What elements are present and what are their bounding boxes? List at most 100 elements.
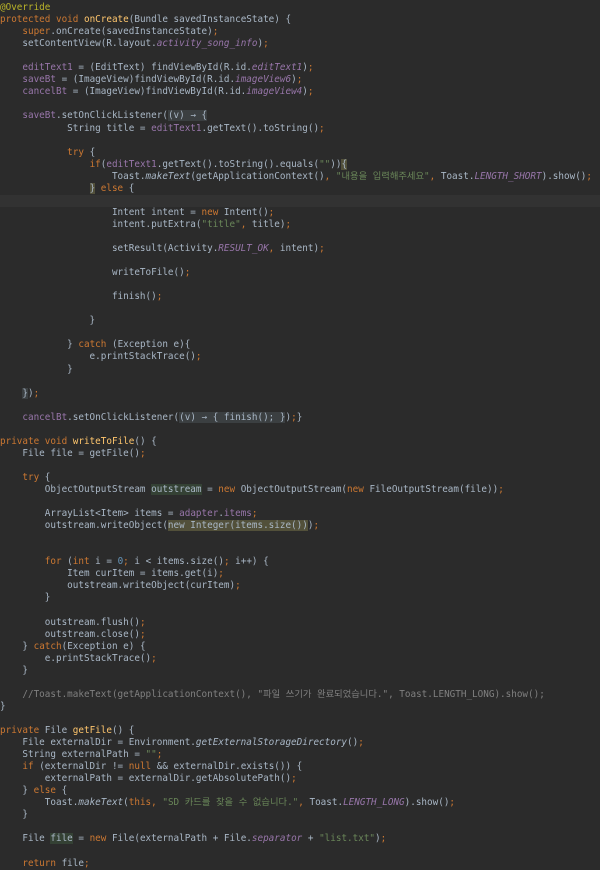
code-line[interactable]: }: [0, 592, 600, 604]
code-line[interactable]: } else {: [0, 182, 600, 195]
code-line[interactable]: if(editText1.getText().toString().equals…: [0, 158, 600, 171]
code-line[interactable]: [0, 677, 600, 689]
code-line[interactable]: }: [0, 665, 600, 677]
code-line[interactable]: }: [0, 364, 600, 376]
code-line[interactable]: File file = new File(externalPath + File…: [0, 833, 600, 845]
code-token: Toast.: [0, 170, 146, 182]
code-line[interactable]: } catch(Exception e) {: [0, 641, 600, 653]
code-line[interactable]: private File getFile() {: [0, 725, 600, 737]
code-line[interactable]: ObjectOutputStream outstream = new Objec…: [0, 484, 600, 496]
code-token: int: [72, 556, 96, 568]
code-line[interactable]: [0, 605, 600, 617]
code-line[interactable]: editText1 = (EditText) findViewById(R.id…: [0, 62, 600, 74]
code-line[interactable]: String externalPath = "";: [0, 749, 600, 761]
code-line[interactable]: [0, 279, 600, 291]
code-line[interactable]: Toast.makeText(this, "SD 카드를 찾을 수 없습니다."…: [0, 797, 600, 809]
code-line[interactable]: [0, 98, 600, 110]
code-token: {: [89, 146, 96, 158]
code-line[interactable]: }: [0, 315, 600, 327]
code-line[interactable]: [0, 135, 600, 147]
code-token: (v) → {: [167, 110, 208, 122]
code-token: ;: [291, 773, 297, 785]
code-line[interactable]: }: [0, 701, 600, 713]
code-line[interactable]: [0, 376, 600, 388]
code-line[interactable]: if (externalDir != null && externalDir.e…: [0, 761, 600, 773]
code-editor[interactable]: @Override protected void onCreate(Bundle …: [0, 0, 600, 869]
code-line[interactable]: Toast.makeText(getApplicationContext(), …: [0, 171, 600, 183]
code-token: else: [33, 785, 62, 797]
code-line[interactable]: //Toast.makeText(getApplicationContext()…: [0, 689, 600, 701]
code-token: catch: [33, 640, 62, 652]
code-line[interactable]: [0, 460, 600, 472]
code-line[interactable]: private void writeToFile() {: [0, 436, 600, 448]
code-line[interactable]: outstream.writeObject(curItem);: [0, 580, 600, 592]
code-line[interactable]: [0, 846, 600, 858]
code-token: new: [89, 833, 112, 845]
code-line[interactable]: cancelBt.setOnClickListener((v) → { fini…: [0, 411, 600, 424]
code-line[interactable]: String title = editText1.getText().toStr…: [0, 123, 600, 135]
code-line[interactable]: setContentView(R.layout.activity_song_in…: [0, 38, 600, 50]
code-line[interactable]: Intent intent = new Intent();: [0, 207, 600, 219]
code-token: outstream: [151, 484, 202, 495]
code-token: "list.txt": [319, 833, 376, 845]
code-line[interactable]: [0, 194, 600, 207]
code-line[interactable]: [0, 50, 600, 62]
code-line[interactable]: [0, 544, 600, 556]
code-line[interactable]: for (int i = 0; i < items.size(); i++) {: [0, 556, 600, 568]
code-token: activity_song_info: [156, 38, 258, 50]
code-token: {: [44, 471, 51, 483]
code-token: }: [0, 339, 79, 351]
code-line[interactable]: e.printStackTrace();: [0, 351, 600, 363]
code-line[interactable]: protected void onCreate(Bundle savedInst…: [0, 14, 600, 26]
code-line[interactable]: cancelBt = (ImageView)findViewById(R.id.…: [0, 86, 600, 98]
code-line[interactable]: externalPath = externalDir.getAbsolutePa…: [0, 773, 600, 785]
code-token: =: [201, 484, 219, 495]
code-line[interactable]: outstream.writeObject(new Integer(items.…: [0, 520, 600, 532]
code-token: ;: [449, 797, 456, 809]
code-line[interactable]: [0, 400, 600, 412]
code-line[interactable]: finish();: [0, 291, 600, 303]
code-line[interactable]: saveBt.setOnClickListener((v) → {: [0, 110, 600, 122]
code-line[interactable]: outstream.close();: [0, 629, 600, 641]
code-line[interactable]: intent.putExtra("title", title);: [0, 219, 600, 231]
code-line[interactable]: @Override: [0, 2, 600, 14]
code-line[interactable]: });: [0, 387, 600, 400]
code-line[interactable]: [0, 231, 600, 243]
code-line[interactable]: ArrayList<Item> items = adapter.items;: [0, 508, 600, 520]
code-line[interactable]: }: [0, 809, 600, 821]
code-line[interactable]: outstream.flush();: [0, 617, 600, 629]
code-line[interactable]: try {: [0, 472, 600, 484]
code-token: (Bundle savedInstanceState) {: [128, 14, 292, 26]
code-line[interactable]: [0, 713, 600, 725]
code-token: RESULT_OK: [218, 243, 269, 254]
code-line[interactable]: [0, 532, 600, 544]
code-token: ;: [268, 206, 275, 218]
code-line[interactable]: e.printStackTrace();: [0, 653, 600, 665]
code-line[interactable]: File file = getFile();: [0, 448, 600, 460]
code-line[interactable]: Item curItem = items.get(i);: [0, 568, 600, 580]
code-line[interactable]: return file;: [0, 858, 600, 870]
code-line[interactable]: [0, 303, 600, 315]
code-token: editText1: [151, 122, 202, 134]
code-line[interactable]: [0, 821, 600, 833]
code-line[interactable]: writeToFile();: [0, 267, 600, 279]
code-line[interactable]: } else {: [0, 785, 600, 797]
code-line[interactable]: [0, 496, 600, 508]
code-line[interactable]: setResult(Activity.RESULT_OK, intent);: [0, 243, 600, 255]
code-token: ;: [307, 62, 314, 74]
code-token: }: [296, 411, 303, 423]
code-token: setResult(Activity.: [0, 243, 219, 254]
code-line[interactable]: [0, 255, 600, 267]
code-line[interactable]: } catch (Exception e){: [0, 339, 600, 351]
code-line[interactable]: [0, 424, 600, 436]
code-line[interactable]: super.onCreate(savedInstanceState);: [0, 26, 600, 38]
code-token: (v) → { finish(); }: [179, 411, 286, 423]
code-token: i++) {: [235, 556, 269, 568]
code-token: ;: [313, 520, 320, 532]
code-line[interactable]: [0, 327, 600, 339]
code-line[interactable]: saveBt = (ImageView)findViewById(R.id.im…: [0, 74, 600, 86]
code-line[interactable]: File externalDir = Environment.getExtern…: [0, 737, 600, 749]
code-token: ,: [268, 243, 280, 254]
code-line[interactable]: try {: [0, 147, 600, 159]
